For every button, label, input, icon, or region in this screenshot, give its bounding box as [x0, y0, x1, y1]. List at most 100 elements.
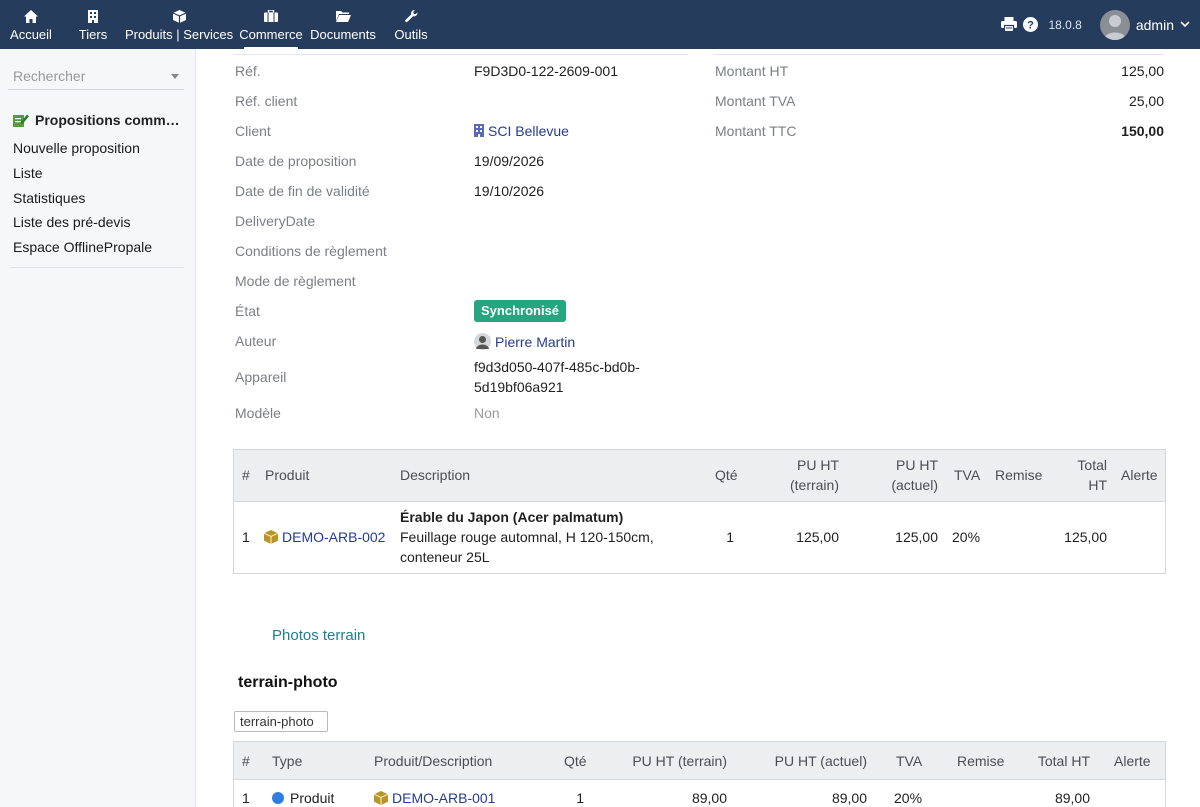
nav-label: Produits | Services: [124, 27, 234, 42]
amount-ttc-value: 150,00: [1121, 123, 1164, 139]
building-icon: [88, 7, 98, 25]
row-total: 89,00: [1054, 790, 1090, 806]
col-product: Produit: [265, 467, 310, 483]
author-value: Pierre Martin: [474, 333, 575, 353]
row-pu-actuel: 125,00: [895, 529, 938, 545]
col-alerte: Alerte: [1121, 467, 1158, 483]
version-label: 18.0.8: [1048, 17, 1082, 32]
top-navigation-bar: Accueil Tiers Produits | Services Commer…: [0, 0, 1200, 49]
row-product: DEMO-ARB-001: [373, 788, 495, 807]
divider: [234, 54, 688, 55]
amount-ht-label: Montant HT: [715, 63, 789, 79]
col-pu-actuel-line1: PU HT: [896, 457, 938, 473]
device-label: Appareil: [235, 369, 287, 385]
client-link[interactable]: SCI Bellevue: [488, 123, 569, 139]
col-num: #: [242, 467, 250, 483]
home-icon: [24, 7, 38, 25]
client-value: SCI Bellevue: [474, 123, 569, 140]
product-cube-icon: [263, 529, 279, 549]
sidebar-item-espace-offline[interactable]: Espace OfflinePropale: [13, 239, 152, 255]
proposal-edit-icon: [13, 113, 29, 127]
wrench-icon: [404, 7, 418, 25]
state-label: État: [235, 303, 260, 319]
search-select[interactable]: [8, 64, 184, 90]
ref-value: F9D3D0-122-2609-001: [474, 63, 618, 79]
nav-accueil[interactable]: Accueil: [4, 0, 58, 49]
nav-label: Tiers: [78, 27, 108, 42]
col-remise: Remise: [957, 753, 1005, 769]
col-pu-actuel: PU HT (actuel): [891, 455, 938, 495]
date-label: Date de proposition: [235, 153, 357, 169]
nav-label: Outils: [394, 27, 428, 42]
sidebar: Propositions comm… Nouvelle proposition …: [0, 49, 196, 807]
row-pu-terrain: 89,00: [691, 790, 727, 806]
product-link[interactable]: DEMO-ARB-002: [282, 529, 385, 545]
col-num: #: [242, 753, 250, 769]
search-input[interactable]: [8, 64, 158, 88]
cube-icon: [172, 7, 186, 25]
main-content: Réf. F9D3D0-122-2609-001 Réf. client Cli…: [196, 49, 1200, 807]
payment-mode-label: Mode de règlement: [235, 273, 356, 289]
col-tva: TVA: [896, 753, 923, 769]
nav-tiers[interactable]: Tiers: [70, 0, 116, 49]
photo-lines-table: # Type Produit/Description Qté PU HT (te…: [233, 741, 1166, 807]
product-link[interactable]: DEMO-ARB-001: [392, 790, 495, 806]
row-desc-title: Érable du Japon (Acer palmatum): [400, 509, 624, 525]
row-type: Produit: [272, 788, 334, 807]
col-pu-actuel: PU HT (actuel): [774, 753, 867, 769]
folder-icon: [335, 7, 351, 25]
photos-terrain-link[interactable]: Photos terrain: [272, 627, 365, 644]
username[interactable]: admin: [1136, 17, 1174, 33]
sidebar-item-pre-devis[interactable]: Liste des pré-devis: [13, 214, 131, 230]
row-num: 1: [242, 529, 250, 545]
row-type-label: Produit: [290, 790, 335, 806]
nav-outils[interactable]: Outils: [388, 0, 434, 49]
table-header: # Type Produit/Description Qté PU HT (te…: [234, 742, 1165, 780]
ref-label: Réf.: [235, 63, 261, 79]
table-header: # Produit Description Qté PU HT (terrain…: [234, 450, 1165, 502]
sidebar-item-liste[interactable]: Liste: [13, 165, 43, 181]
author-link[interactable]: Pierre Martin: [495, 334, 575, 350]
building-icon: [474, 124, 484, 140]
author-label: Auteur: [235, 333, 277, 349]
col-pu-terrain-line2: (terrain): [789, 477, 839, 493]
col-alerte: Alerte: [1114, 753, 1151, 769]
help-icon[interactable]: ?: [1023, 17, 1039, 32]
image-alt-text: terrain-photo: [240, 714, 314, 729]
end-date-label: Date de fin de validité: [235, 183, 370, 199]
row-num: 1: [242, 790, 250, 806]
briefcase-icon: [264, 7, 278, 25]
col-pu-terrain: PU HT (terrain): [632, 753, 727, 769]
col-pu-terrain: PU HT (terrain): [790, 455, 839, 495]
col-total: Total HT: [1077, 455, 1107, 495]
row-desc-line2: conteneur 25L: [400, 549, 490, 565]
row-total: 125,00: [1064, 529, 1107, 545]
product-cube-icon: [373, 790, 389, 807]
nav-documents[interactable]: Documents: [308, 0, 378, 49]
dropdown-caret-icon[interactable]: [171, 74, 179, 79]
menu-title-label: Propositions comm…: [35, 112, 180, 128]
col-product-description: Produit/Description: [374, 753, 493, 769]
col-pu-terrain-line1: PU HT: [797, 457, 839, 473]
nav-commerce[interactable]: Commerce: [238, 0, 304, 49]
print-icon[interactable]: [1001, 17, 1018, 32]
col-total: Total HT: [1037, 753, 1090, 769]
row-qty: 1: [726, 529, 734, 545]
row-tva: 20%: [952, 529, 981, 545]
sidebar-item-statistiques[interactable]: Statistiques: [13, 190, 85, 206]
col-qty: Qté: [564, 753, 587, 769]
device-value-line2: 5d19bf06a921: [474, 379, 564, 395]
amount-ht-value: 125,00: [1121, 63, 1164, 79]
user-avatar[interactable]: [1099, 9, 1130, 40]
user-icon: [474, 333, 491, 353]
row-product: DEMO-ARB-002: [263, 527, 385, 549]
menu-title-propositions[interactable]: Propositions comm…: [13, 112, 180, 128]
nav-produits-services[interactable]: Produits | Services: [124, 0, 234, 49]
model-value: Non: [474, 405, 500, 421]
sidebar-item-nouvelle-proposition[interactable]: Nouvelle proposition: [13, 140, 140, 156]
section-title-terrain-photo: terrain-photo: [238, 674, 338, 691]
row-qty: 1: [576, 790, 584, 806]
chevron-down-icon[interactable]: [1180, 21, 1190, 28]
terrain-photo-image[interactable]: terrain-photo: [234, 711, 328, 732]
col-total-line1: Total: [1077, 457, 1107, 473]
